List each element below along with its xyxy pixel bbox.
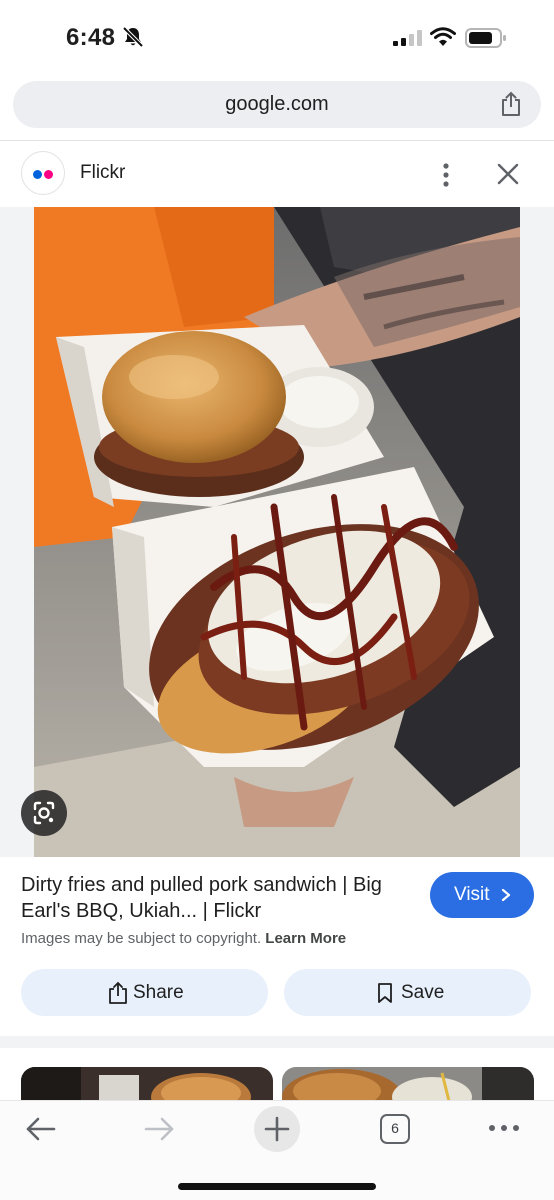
learn-more-link[interactable]: Learn More <box>265 930 346 947</box>
chevron-right-icon <box>501 888 511 902</box>
google-lens-button[interactable] <box>21 790 67 836</box>
share-icon[interactable] <box>499 91 523 117</box>
food-photo[interactable] <box>34 207 520 857</box>
screen: 6:48 google.com Flickr Dirty fries and p… <box>0 0 554 1200</box>
plus-icon <box>264 1116 290 1142</box>
copyright-text: Images may be subject to copyright. <box>21 930 262 947</box>
flickr-logo[interactable] <box>21 151 65 195</box>
address-bar[interactable]: google.com <box>13 81 541 128</box>
battery-icon <box>465 28 506 48</box>
forward-arrow-icon[interactable] <box>142 1115 176 1143</box>
bell-slash-icon <box>122 26 144 48</box>
result-title[interactable]: Dirty fries and pulled pork sandwich | B… <box>21 872 401 924</box>
share-label: Share <box>133 982 184 1003</box>
share-button[interactable]: Share <box>21 969 268 1016</box>
flickr-dot-pink <box>44 170 53 179</box>
flickr-dot-blue <box>33 170 42 179</box>
status-time: 6:48 <box>66 24 116 51</box>
source-header: Flickr <box>0 141 554 207</box>
visit-button[interactable]: Visit <box>430 872 534 918</box>
more-horiz-icon[interactable] <box>487 1121 521 1135</box>
section-divider <box>0 1036 554 1048</box>
tab-switcher-button[interactable]: 6 <box>380 1114 410 1144</box>
image-preview-area <box>0 207 554 857</box>
save-button[interactable]: Save <box>284 969 531 1016</box>
wifi-icon <box>430 27 456 46</box>
status-bar: 6:48 <box>0 0 554 74</box>
lens-icon <box>33 801 55 825</box>
bookmark-icon <box>378 983 392 1003</box>
source-name[interactable]: Flickr <box>80 162 125 184</box>
visit-label: Visit <box>454 884 490 905</box>
more-vert-icon[interactable] <box>434 161 458 189</box>
share-icon <box>109 981 127 1004</box>
cellular-signal-icon <box>393 30 422 46</box>
save-label: Save <box>401 982 445 1003</box>
back-arrow-icon[interactable] <box>24 1115 58 1143</box>
url-text: google.com <box>225 93 329 115</box>
new-tab-button[interactable] <box>254 1106 300 1152</box>
home-indicator <box>178 1183 376 1190</box>
copyright-notice: Images may be subject to copyright. Lear… <box>21 930 346 947</box>
close-icon[interactable] <box>495 161 521 187</box>
